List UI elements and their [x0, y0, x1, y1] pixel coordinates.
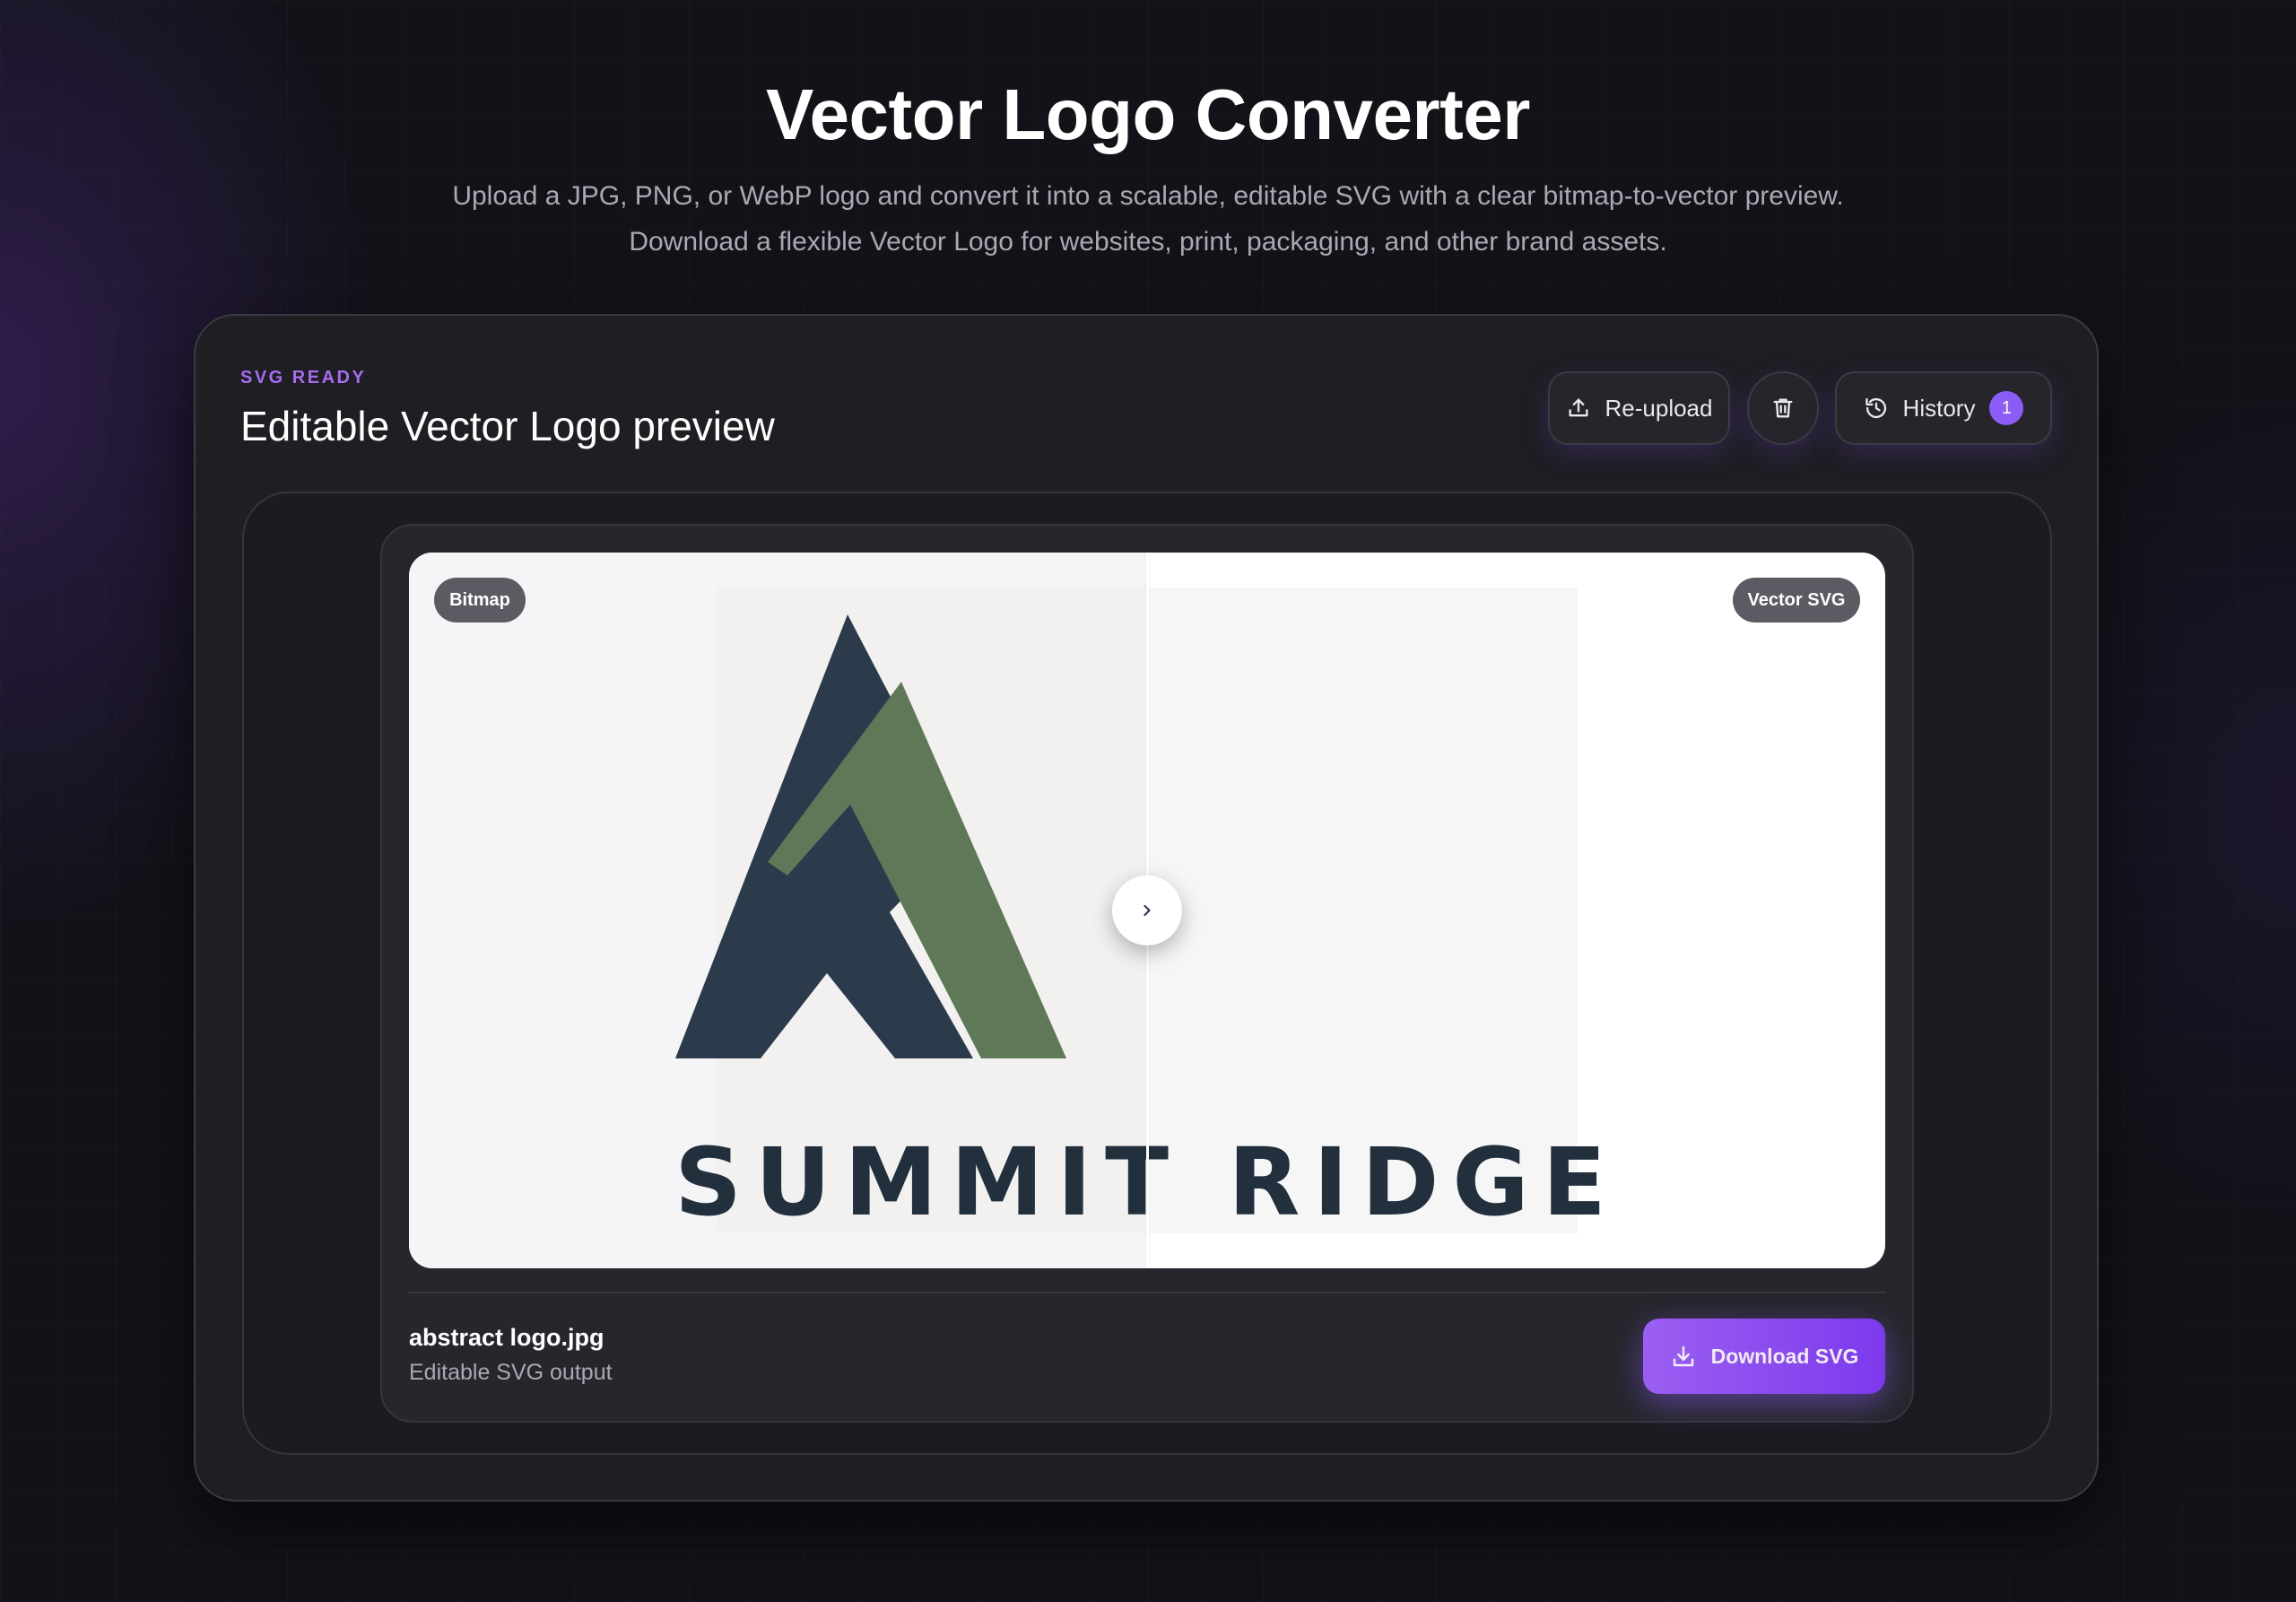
history-icon: [1864, 396, 1889, 421]
footer-divider: [409, 1292, 1885, 1293]
upload-icon: [1566, 396, 1591, 421]
comparison-viewer[interactable]: SUMMIT RIDGE Bitmap Vector SVG: [409, 553, 1885, 1268]
page-subtitle-line-1: Upload a JPG, PNG, or WebP logo and conv…: [452, 181, 1844, 211]
delete-button[interactable]: [1747, 371, 1819, 445]
status-label: SVG READY: [240, 368, 367, 387]
comparison-slider-handle[interactable]: [1112, 875, 1182, 945]
file-description: Editable SVG output: [409, 1360, 613, 1385]
preview-title: Editable Vector Logo preview: [240, 403, 775, 449]
history-button[interactable]: History 1: [1835, 371, 2052, 445]
vector-svg-tag: Vector SVG: [1733, 578, 1860, 623]
file-name: abstract logo.jpg: [409, 1324, 604, 1351]
chevron-right-icon: [1138, 901, 1156, 919]
bitmap-tag: Bitmap: [434, 578, 526, 623]
download-svg-button[interactable]: Download SVG: [1643, 1319, 1885, 1394]
download-svg-label: Download SVG: [1710, 1344, 1859, 1368]
download-icon: [1670, 1343, 1697, 1370]
history-label: History: [1902, 394, 1976, 422]
reupload-label: Re-upload: [1605, 394, 1713, 422]
history-count-badge: 1: [1989, 391, 2024, 425]
trash-icon: [1770, 396, 1796, 421]
page-subtitle-line-2: Download a flexible Vector Logo for webs…: [629, 227, 1667, 257]
reupload-button[interactable]: Re-upload: [1548, 371, 1730, 445]
page-title: Vector Logo Converter: [766, 74, 1530, 154]
